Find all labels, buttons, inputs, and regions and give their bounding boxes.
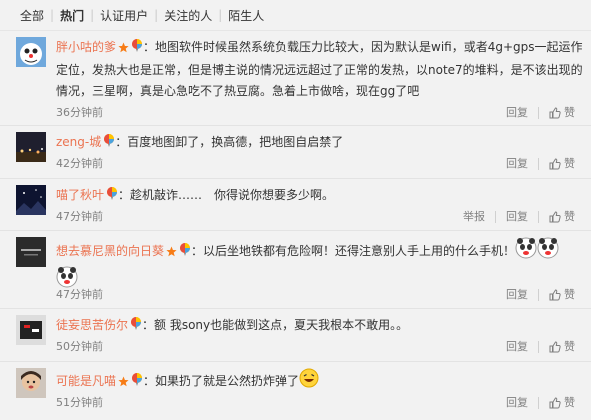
tab-following[interactable]: 关注的人 (158, 7, 218, 24)
comment-time: 51分钟前 (56, 396, 103, 409)
balloon-badge-icon (103, 134, 115, 155)
like-label: 赞 (564, 157, 575, 170)
reply-button[interactable]: 回复 (506, 156, 528, 172)
reply-button[interactable]: 回复 (506, 339, 528, 355)
like-label: 赞 (564, 288, 575, 301)
reply-button[interactable]: 回复 (506, 105, 528, 121)
avatar[interactable] (16, 315, 46, 345)
comment-list: 胖小咕的爹 ：地图软件时候虽然系统负载压力比较大，因为默认是wifi，或者4g+g… (0, 31, 591, 420)
comment-item: 可能是凡喵 ：如果扔了就是公然扔炸弹了 51分钟前 回复 赞 (0, 362, 591, 420)
tab-hot[interactable]: 热门 (54, 7, 90, 24)
thumbs-up-icon (549, 158, 561, 170)
commenter-name[interactable]: zeng-城 (56, 135, 101, 149)
commenter-name[interactable]: 想去慕尼黑的向日葵 (56, 244, 164, 258)
comment-time: 47分钟前 (56, 288, 103, 301)
comment-item: 喵了秋叶 ：趁机敲诈…… 你得说你想要多少啊。 47分钟前 举报 回复 赞 (0, 179, 591, 231)
comment-filter-tabs: 全部 | 热门 | 认证用户 | 关注的人 | 陌生人 (0, 0, 591, 31)
comment-time: 47分钟前 (56, 210, 103, 223)
comment-item: zeng-城 ：百度地图卸了，换高德，把地图自启禁了 42分钟前 回复 赞 (0, 126, 591, 179)
report-button[interactable]: 举报 (463, 209, 485, 225)
thumbs-up-icon (549, 341, 561, 353)
like-button[interactable]: 赞 (549, 395, 575, 411)
reply-button[interactable]: 回复 (506, 395, 528, 411)
laughing-face-emoji-icon (299, 368, 319, 395)
star-badge-icon (118, 373, 129, 394)
thumbs-up-icon (549, 107, 561, 119)
comment-item: 徒妄思苦伤尔 ：额 我sony也能做到这点，夏天我根本不敢用。。 50分钟前 回复… (0, 309, 591, 362)
comment-text: ：百度地图卸了，换高德，把地图自启禁了 (115, 135, 344, 149)
avatar[interactable] (16, 37, 46, 67)
balloon-badge-icon (130, 317, 142, 338)
like-label: 赞 (564, 106, 575, 119)
avatar[interactable] (16, 132, 46, 162)
comment-time: 42分钟前 (56, 157, 103, 170)
tab-strangers[interactable]: 陌生人 (222, 7, 270, 24)
like-button[interactable]: 赞 (549, 209, 575, 225)
commenter-name[interactable]: 徒妄思苦伤尔 (56, 318, 128, 332)
balloon-badge-icon (179, 243, 191, 264)
avatar[interactable] (16, 237, 46, 267)
like-button[interactable]: 赞 (549, 339, 575, 355)
commenter-name[interactable]: 可能是凡喵 (56, 374, 116, 388)
like-button[interactable]: 赞 (549, 156, 575, 172)
balloon-badge-icon (131, 39, 143, 60)
like-button[interactable]: 赞 (549, 287, 575, 303)
tab-verified-users[interactable]: 认证用户 (94, 7, 154, 24)
comment-text: ：额 我sony也能做到这点，夏天我根本不敢用。。 (142, 318, 409, 332)
like-button[interactable]: 赞 (549, 105, 575, 121)
panda-face-emoji-icon (515, 237, 537, 266)
like-label: 赞 (564, 396, 575, 409)
like-label: 赞 (564, 340, 575, 353)
balloon-badge-icon (131, 373, 143, 394)
star-badge-icon (118, 39, 129, 60)
comment-time: 50分钟前 (56, 340, 103, 353)
star-badge-icon (166, 243, 177, 264)
comment-text: ：以后坐地铁都有危险啊！还得注意别人手上用的什么手机！ (191, 244, 516, 258)
panda-face-emoji-icon (537, 237, 559, 266)
reply-button[interactable]: 回复 (506, 287, 528, 303)
comment-item: 想去慕尼黑的向日葵 ：以后坐地铁都有危险啊！还得注意别人手上用的什么手机！ 47分… (0, 231, 591, 309)
comment-text: ：趁机敲诈…… 你得说你想要多少啊。 (118, 188, 335, 202)
commenter-name[interactable]: 喵了秋叶 (56, 188, 104, 202)
comment-item: 胖小咕的爹 ：地图软件时候虽然系统负载压力比较大，因为默认是wifi，或者4g+g… (0, 31, 591, 126)
avatar[interactable] (16, 185, 46, 215)
thumbs-up-icon (549, 397, 561, 409)
tab-all[interactable]: 全部 (14, 7, 50, 24)
avatar[interactable] (16, 368, 46, 398)
like-label: 赞 (564, 210, 575, 223)
comment-time: 36分钟前 (56, 106, 103, 119)
commenter-name[interactable]: 胖小咕的爹 (56, 40, 116, 54)
thumbs-up-icon (549, 211, 561, 223)
balloon-badge-icon (106, 187, 118, 208)
thumbs-up-icon (549, 289, 561, 301)
reply-button[interactable]: 回复 (506, 209, 528, 225)
comment-text: ：如果扔了就是公然扔炸弹了 (143, 374, 300, 388)
